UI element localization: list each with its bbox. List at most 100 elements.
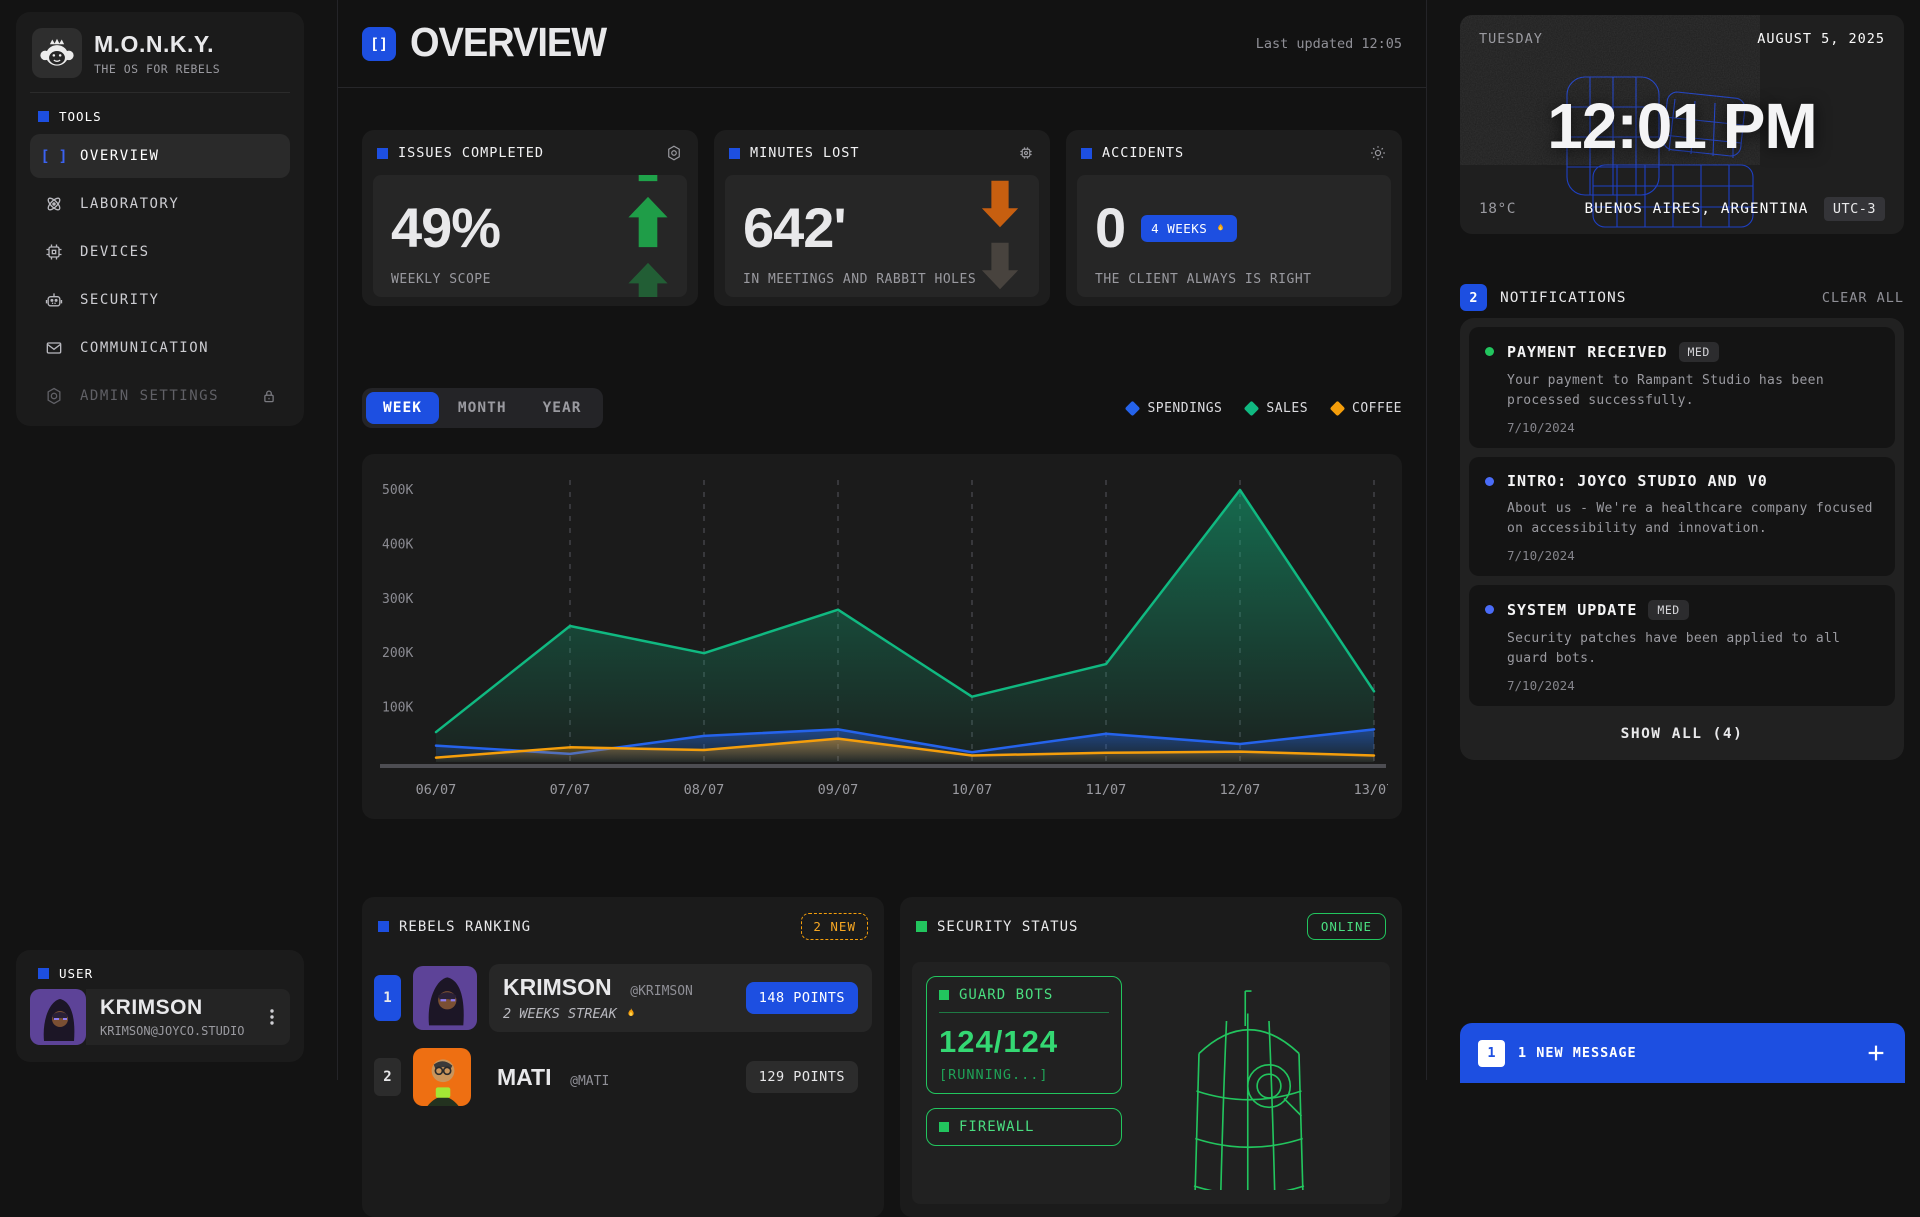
stats-row: ISSUES COMPLETED 49% WEEKLY SCOPE — [362, 130, 1402, 306]
mail-icon — [42, 338, 66, 358]
notification-body: Security patches have been applied to al… — [1507, 629, 1879, 668]
rank-badge: 2 — [374, 1058, 401, 1096]
svg-text:06/07: 06/07 — [416, 782, 457, 798]
security-body: GUARD BOTS 124/124 [RUNNING...] FIREWALL — [912, 962, 1390, 1204]
rank-name: KRIMSON — [503, 974, 612, 1000]
stat-title: MINUTES LOST — [750, 145, 860, 161]
sidebar-item-admin-settings[interactable]: ADMIN SETTINGS — [30, 374, 290, 418]
clock-temperature: 18°C — [1479, 201, 1569, 217]
notification-title: INTRO: JOYCO STUDIO AND V0 — [1507, 472, 1768, 490]
guard-bots-module: GUARD BOTS 124/124 [RUNNING...] — [926, 976, 1122, 1094]
legend-coffee: COFFEE — [1332, 401, 1402, 416]
card-square-icon — [378, 921, 389, 932]
rank-handle: @MATI — [570, 1074, 609, 1089]
tools-section-label: TOOLS — [38, 109, 282, 124]
stat-card-minutes-lost: MINUTES LOST 642' IN MEETINGS AND RABBIT… — [714, 130, 1050, 306]
notification-date: 7/10/2024 — [1507, 678, 1879, 693]
page-title: OVERVIEW — [410, 20, 606, 66]
rank-avatar — [413, 966, 477, 1030]
flame-icon — [624, 1006, 638, 1022]
clock-day: TUESDAY — [1479, 31, 1543, 47]
card-square-icon — [1081, 148, 1092, 159]
sidebar-item-communication[interactable]: COMMUNICATION — [30, 326, 290, 370]
message-label: 1 NEW MESSAGE — [1518, 1045, 1637, 1061]
tab-month[interactable]: MONTH — [441, 392, 524, 424]
svg-text:09/07: 09/07 — [818, 782, 859, 798]
chip-icon — [42, 242, 66, 262]
main-header: [] OVERVIEW Last updated 12:05 — [338, 0, 1426, 88]
monkey-icon — [38, 34, 76, 72]
stat-subtitle: THE CLIENT ALWAYS IS RIGHT — [1095, 272, 1373, 287]
chart-legend: SPENDINGS SALES COFFEE — [1127, 401, 1402, 416]
svg-text:300K: 300K — [382, 592, 413, 607]
status-dot-icon — [1485, 605, 1494, 614]
firewall-module: FIREWALL — [926, 1108, 1122, 1146]
tab-week[interactable]: WEEK — [366, 392, 439, 424]
security-title: SECURITY STATUS — [937, 919, 1078, 935]
notification-intro[interactable]: INTRO: JOYCO STUDIO AND V0 About us - We… — [1469, 457, 1895, 576]
user-row: KRIMSON KRIMSON@JOYCO.STUDIO — [30, 989, 290, 1045]
sidebar-item-devices[interactable]: DEVICES — [30, 230, 290, 274]
settings-icon[interactable] — [1369, 144, 1387, 162]
stat-title: ISSUES COMPLETED — [398, 145, 544, 161]
monky-logo — [32, 28, 82, 78]
notifications-count-badge: 2 — [1460, 284, 1487, 311]
message-count-badge: 1 — [1478, 1040, 1505, 1067]
notification-system-update[interactable]: SYSTEM UPDATE MED Security patches have … — [1469, 585, 1895, 706]
guard-bots-count: 124/124 — [939, 1024, 1109, 1060]
range-tabs: WEEK MONTH YEAR — [362, 388, 603, 428]
diamond-icon — [1244, 400, 1260, 416]
priority-tag: MED — [1648, 600, 1688, 620]
sidebar: M.O.N.K.Y. THE OS FOR REBELS TOOLS [ ] O… — [16, 12, 304, 426]
notification-body: About us - We're a healthcare company fo… — [1507, 499, 1879, 538]
svg-text:12/07: 12/07 — [1220, 782, 1261, 798]
rank-handle: @KRIMSON — [630, 984, 693, 999]
notification-payment-received[interactable]: PAYMENT RECEIVED MED Your payment to Ram… — [1469, 327, 1895, 448]
clear-all-button[interactable]: CLEAR ALL — [1822, 290, 1904, 306]
notification-date: 7/10/2024 — [1507, 548, 1879, 563]
trend-down-arrows-icon — [977, 179, 1023, 297]
clock-time: 12:01 PM — [1460, 89, 1904, 163]
stat-card-accidents: ACCIDENTS 0 4 WEEKS — [1066, 130, 1402, 306]
new-badge: 2 NEW — [801, 913, 868, 940]
new-message-bar[interactable]: 1 1 NEW MESSAGE — [1460, 1023, 1905, 1083]
sidebar-item-security[interactable]: SECURITY — [30, 278, 290, 322]
notification-title: PAYMENT RECEIVED — [1507, 343, 1668, 361]
tab-year[interactable]: YEAR — [526, 392, 599, 424]
overview-brackets-icon: [] — [362, 27, 396, 61]
notifications-title: NOTIFICATIONS — [1500, 290, 1627, 306]
kebab-menu-icon[interactable] — [264, 1008, 280, 1026]
hex-gear-icon — [42, 386, 66, 406]
settings-icon[interactable] — [665, 144, 683, 162]
clock-location: BUENOS AIRES, ARGENTINA — [1569, 201, 1824, 217]
bottom-row: REBELS RANKING 2 NEW 1 — [362, 897, 1402, 1217]
points-badge: 148 POINTS — [746, 982, 858, 1014]
ranking-title: REBELS RANKING — [399, 919, 531, 935]
user-avatar — [30, 989, 86, 1045]
settings-icon[interactable] — [1017, 144, 1035, 162]
notifications-panel: PAYMENT RECEIVED MED Your payment to Ram… — [1460, 318, 1904, 760]
card-square-icon — [916, 921, 927, 932]
clock-card: TUESDAY AUGUST 5, 2025 12:01 PM 18°C BUE… — [1460, 15, 1904, 234]
robot-icon — [42, 290, 66, 310]
plus-icon[interactable] — [1865, 1042, 1887, 1064]
lock-icon — [260, 387, 278, 405]
module-square-icon — [939, 990, 949, 1000]
rebels-ranking-card: REBELS RANKING 2 NEW 1 — [362, 897, 884, 1217]
user-card: USER KRIMSON KRIMSON@JOYCO.STUDIO — [16, 950, 304, 1062]
user-section-label: USER — [38, 966, 282, 981]
legend-sales: SALES — [1246, 401, 1308, 416]
chart-canvas: 100K200K300K400K500K06/0707/0708/0709/07… — [378, 468, 1388, 806]
user-info: KRIMSON KRIMSON@JOYCO.STUDIO — [86, 989, 290, 1045]
area-chart: 100K200K300K400K500K06/0707/0708/0709/07… — [362, 454, 1402, 819]
legend-spendings: SPENDINGS — [1127, 401, 1222, 416]
module-square-icon — [939, 1122, 949, 1132]
rank-info: MATI @MATI 129 POINTS — [483, 1044, 872, 1110]
sidebar-item-laboratory[interactable]: LABORATORY — [30, 182, 290, 226]
show-all-button[interactable]: SHOW ALL (4) — [1469, 715, 1895, 751]
user-email: KRIMSON@JOYCO.STUDIO — [100, 1024, 245, 1038]
rank-badge: 1 — [374, 975, 401, 1021]
priority-tag: MED — [1679, 342, 1719, 362]
notification-title: SYSTEM UPDATE — [1507, 601, 1637, 619]
sidebar-item-overview[interactable]: [ ] OVERVIEW — [30, 134, 290, 178]
